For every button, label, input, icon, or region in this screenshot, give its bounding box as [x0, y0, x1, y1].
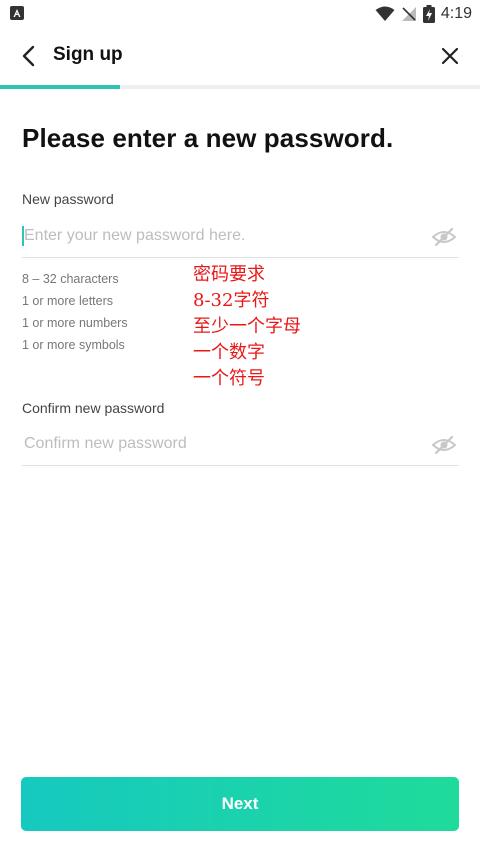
requirement-length: 8 – 32 characters	[22, 272, 119, 286]
requirement-symbols: 1 or more symbols	[22, 338, 125, 352]
signup-progress-bar	[0, 85, 480, 89]
toggle-confirm-visibility-button[interactable]	[431, 432, 457, 458]
status-icons: 4:19	[375, 3, 472, 25]
new-password-field	[22, 218, 459, 258]
eye-off-icon	[431, 435, 457, 455]
annotation-line: 8-32字符	[193, 290, 270, 311]
chevron-left-icon	[22, 45, 35, 67]
confirm-password-label: Confirm new password	[22, 400, 165, 416]
annotation-line: 至少一个字母	[193, 316, 301, 337]
eye-off-icon	[431, 227, 457, 247]
password-requirements: 8 – 32 characters 1 or more letters 1 or…	[22, 271, 128, 359]
text-caret	[22, 226, 24, 246]
close-button[interactable]	[434, 40, 466, 72]
back-button[interactable]	[12, 40, 44, 72]
toggle-password-visibility-button[interactable]	[431, 224, 457, 250]
signup-progress-fill	[0, 85, 120, 89]
app-notification-icon	[10, 6, 24, 20]
status-bar: 4:19	[0, 0, 480, 28]
next-button[interactable]: Next	[21, 777, 459, 831]
new-password-input[interactable]	[22, 218, 422, 254]
annotation-line: 一个数字	[193, 342, 265, 363]
status-time: 4:19	[440, 5, 472, 22]
page-title: Please enter a new password.	[22, 123, 394, 153]
no-signal-icon	[401, 7, 416, 21]
confirm-password-input[interactable]	[22, 426, 422, 462]
battery-charging-icon	[422, 5, 435, 23]
new-password-label: New password	[22, 191, 114, 207]
handwritten-annotation: 密码要求 8-32字符 至少一个字母 一个数字 一个符号	[193, 262, 301, 392]
annotation-line: 密码要求	[193, 264, 265, 285]
header-title: Sign up	[53, 44, 123, 65]
close-icon	[441, 47, 459, 65]
requirement-numbers: 1 or more numbers	[22, 316, 128, 330]
wifi-icon	[375, 6, 395, 21]
app-header: Sign up	[0, 28, 480, 84]
annotation-line: 一个符号	[193, 368, 265, 389]
confirm-password-field	[22, 426, 459, 466]
requirement-letters: 1 or more letters	[22, 294, 114, 308]
